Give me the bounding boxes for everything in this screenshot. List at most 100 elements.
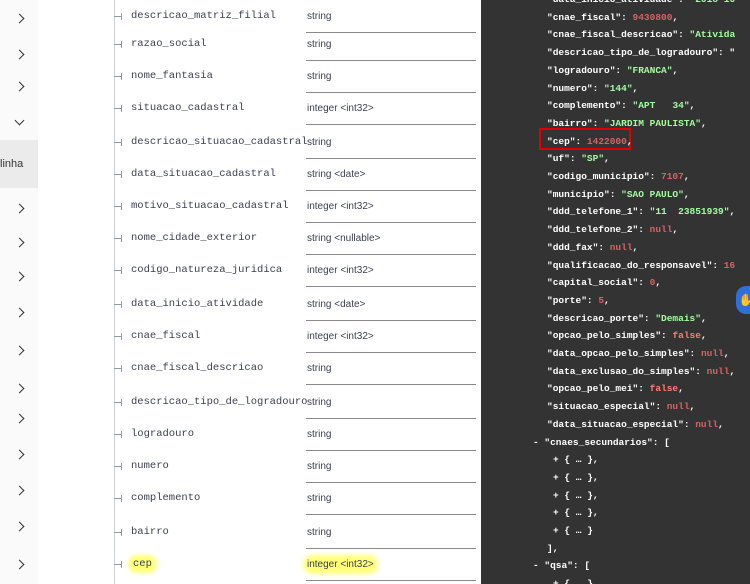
tree-branch-icon [114,320,122,352]
field-type: string [307,418,331,450]
field-type-text: string [307,38,332,50]
nav-item-12[interactable] [0,436,38,472]
schema-row-logradouro[interactable]: logradouro string [38,418,480,451]
schema-row-bairro[interactable]: bairro string [38,516,480,549]
json-token: : [649,171,662,182]
json-line[interactable]: + { … } [553,522,593,540]
json-token: "data_opcao_pelo_simples" [547,348,690,359]
schema-row-cep[interactable]: cep integer <int32> [38,548,480,581]
json-line: "bairro": "JARDIM PAULISTA", [547,115,707,133]
nav-item-15[interactable] [0,546,38,582]
json-line: "descricao_porte": "Demais", [547,310,707,328]
collapse-toggle[interactable]: + [553,507,564,518]
json-token: "descricao_porte" [547,312,644,324]
json-token: , [604,294,610,306]
chevron-down-icon [14,115,24,125]
collapse-toggle[interactable]: - [533,560,544,571]
schema-row-cnae-fiscal[interactable]: cnae_fiscal integer <int32> [38,320,480,353]
schema-row-razao-social[interactable]: razao_social string [38,28,480,61]
json-line: "qualificacao_do_responsavel": 16 [547,257,735,275]
collapse-toggle[interactable]: + [553,472,564,483]
json-line[interactable]: - "cnaes_secundarios": [ [533,434,670,452]
json-token: { … } [564,578,593,584]
json-line[interactable]: + { … }, [553,451,599,469]
collapse-toggle[interactable]: + [553,490,564,501]
schema-row-data-inicio-atividade[interactable]: data_inicio_atividade string <date> [38,288,480,321]
json-line: "ddd_telefone_1": "11 23851939", [547,203,735,221]
json-token: false [649,383,679,395]
hand-icon[interactable]: ✋ [736,286,750,314]
json-line: "data_exclusao_do_simples": null, [547,363,735,381]
nav-item-11[interactable] [0,400,38,436]
nav-item-4[interactable]: linha [0,140,38,188]
json-token: : [655,401,667,413]
chevron-right-icon [14,81,24,91]
nav-item-5[interactable] [0,190,38,226]
schema-row-descricao-tipo-de-logradouro[interactable]: descricao_tipo_de_logradouro string [38,386,480,419]
chevron-right-icon [14,485,24,495]
json-line[interactable]: + { … }, [553,504,599,522]
field-type: string [307,352,331,384]
schema-row-codigo-natureza-juridica[interactable]: codigo_natureza_juridica integer <int32> [38,254,480,287]
json-line[interactable]: + { … } [553,575,593,584]
collapse-toggle[interactable]: - [533,437,544,448]
nav-item-3[interactable] [0,104,38,140]
collapse-toggle[interactable]: + [553,578,564,584]
schema-row-cnae-fiscal-descricao[interactable]: cnae_fiscal_descricao string [38,352,480,385]
collapse-toggle[interactable]: + [553,454,564,465]
json-line: "complemento": "APT 34", [547,97,695,115]
schema-row-numero[interactable]: numero string [38,450,480,483]
nav-item-2[interactable] [0,68,38,104]
tree-branch-icon [114,450,122,482]
json-line: "codigo_municipio": 7107, [547,168,690,186]
nav-item-6[interactable] [0,224,38,260]
schema-row-descricao-situacao-cadastral[interactable]: descricao_situacao_cadastral string [38,126,480,159]
json-line: "data_opcao_pelo_simples": null, [547,345,729,363]
json-token: false [672,330,701,342]
json-token: : [643,312,656,324]
field-name: descricao_situacao_cadastral [131,126,307,158]
json-token: "SAO PAULO" [621,188,684,200]
json-token: null [695,418,719,430]
schema-row-nome-fantasia[interactable]: nome_fantasia string [38,60,480,93]
json-token: "opcao_pelo_simples" [547,330,662,342]
schema-row-data-situacao-cadastral[interactable]: data_situacao_cadastral string <date> [38,158,480,191]
json-line[interactable]: + { … }, [553,487,599,505]
tree-branch-icon [114,548,122,580]
chevron-right-icon [14,345,24,355]
schema-row-complemento[interactable]: complemento string [38,482,480,515]
chevron-right-icon [14,413,24,423]
nav-item-1[interactable] [0,36,38,72]
field-type: integer <int32> [307,254,374,286]
json-token: null [666,401,690,413]
schema-row-nome-cidade-exterior[interactable]: nome_cidade_exterior string <nullable> [38,222,480,255]
field-type: string [307,516,331,548]
json-token: "ddd_telefone_1" [547,206,639,218]
json-token: "JARDIM PAULISTA" [604,117,701,129]
json-line: "opcao_pelo_mei": false, [547,380,684,398]
json-token: { … } [564,525,593,536]
json-line[interactable]: + { … }, [553,469,599,487]
field-name: numero [131,450,169,482]
field-name: situacao_cadastral [131,92,244,124]
field-name: logradouro [131,418,194,450]
field-name-text: razao_social [131,38,207,50]
schema-row-situacao-cadastral[interactable]: situacao_cadastral integer <int32> [38,92,480,125]
nav-item-14[interactable] [0,508,38,544]
schema-table: descricao_matriz_filial string razao_socia… [38,0,480,584]
nav-item-9[interactable] [0,332,38,368]
json-token: 7107 [661,171,684,182]
schema-row-motivo-situacao-cadastral[interactable]: motivo_situacao_cadastral integer <int32> [38,190,480,223]
json-line[interactable]: - "qsa": [ [533,557,590,575]
collapse-toggle[interactable]: + [553,525,564,536]
json-token: , [626,135,633,147]
field-type: string [307,386,331,418]
nav-item-13[interactable] [0,472,38,508]
nav-item-8[interactable] [0,294,38,330]
nav-item-7[interactable] [0,258,38,294]
nav-item-0[interactable] [0,0,38,36]
json-token: : [638,224,650,236]
tree-branch-icon [114,386,122,418]
field-type: integer <int32> [307,92,374,124]
left-navigation: linha [0,0,38,584]
